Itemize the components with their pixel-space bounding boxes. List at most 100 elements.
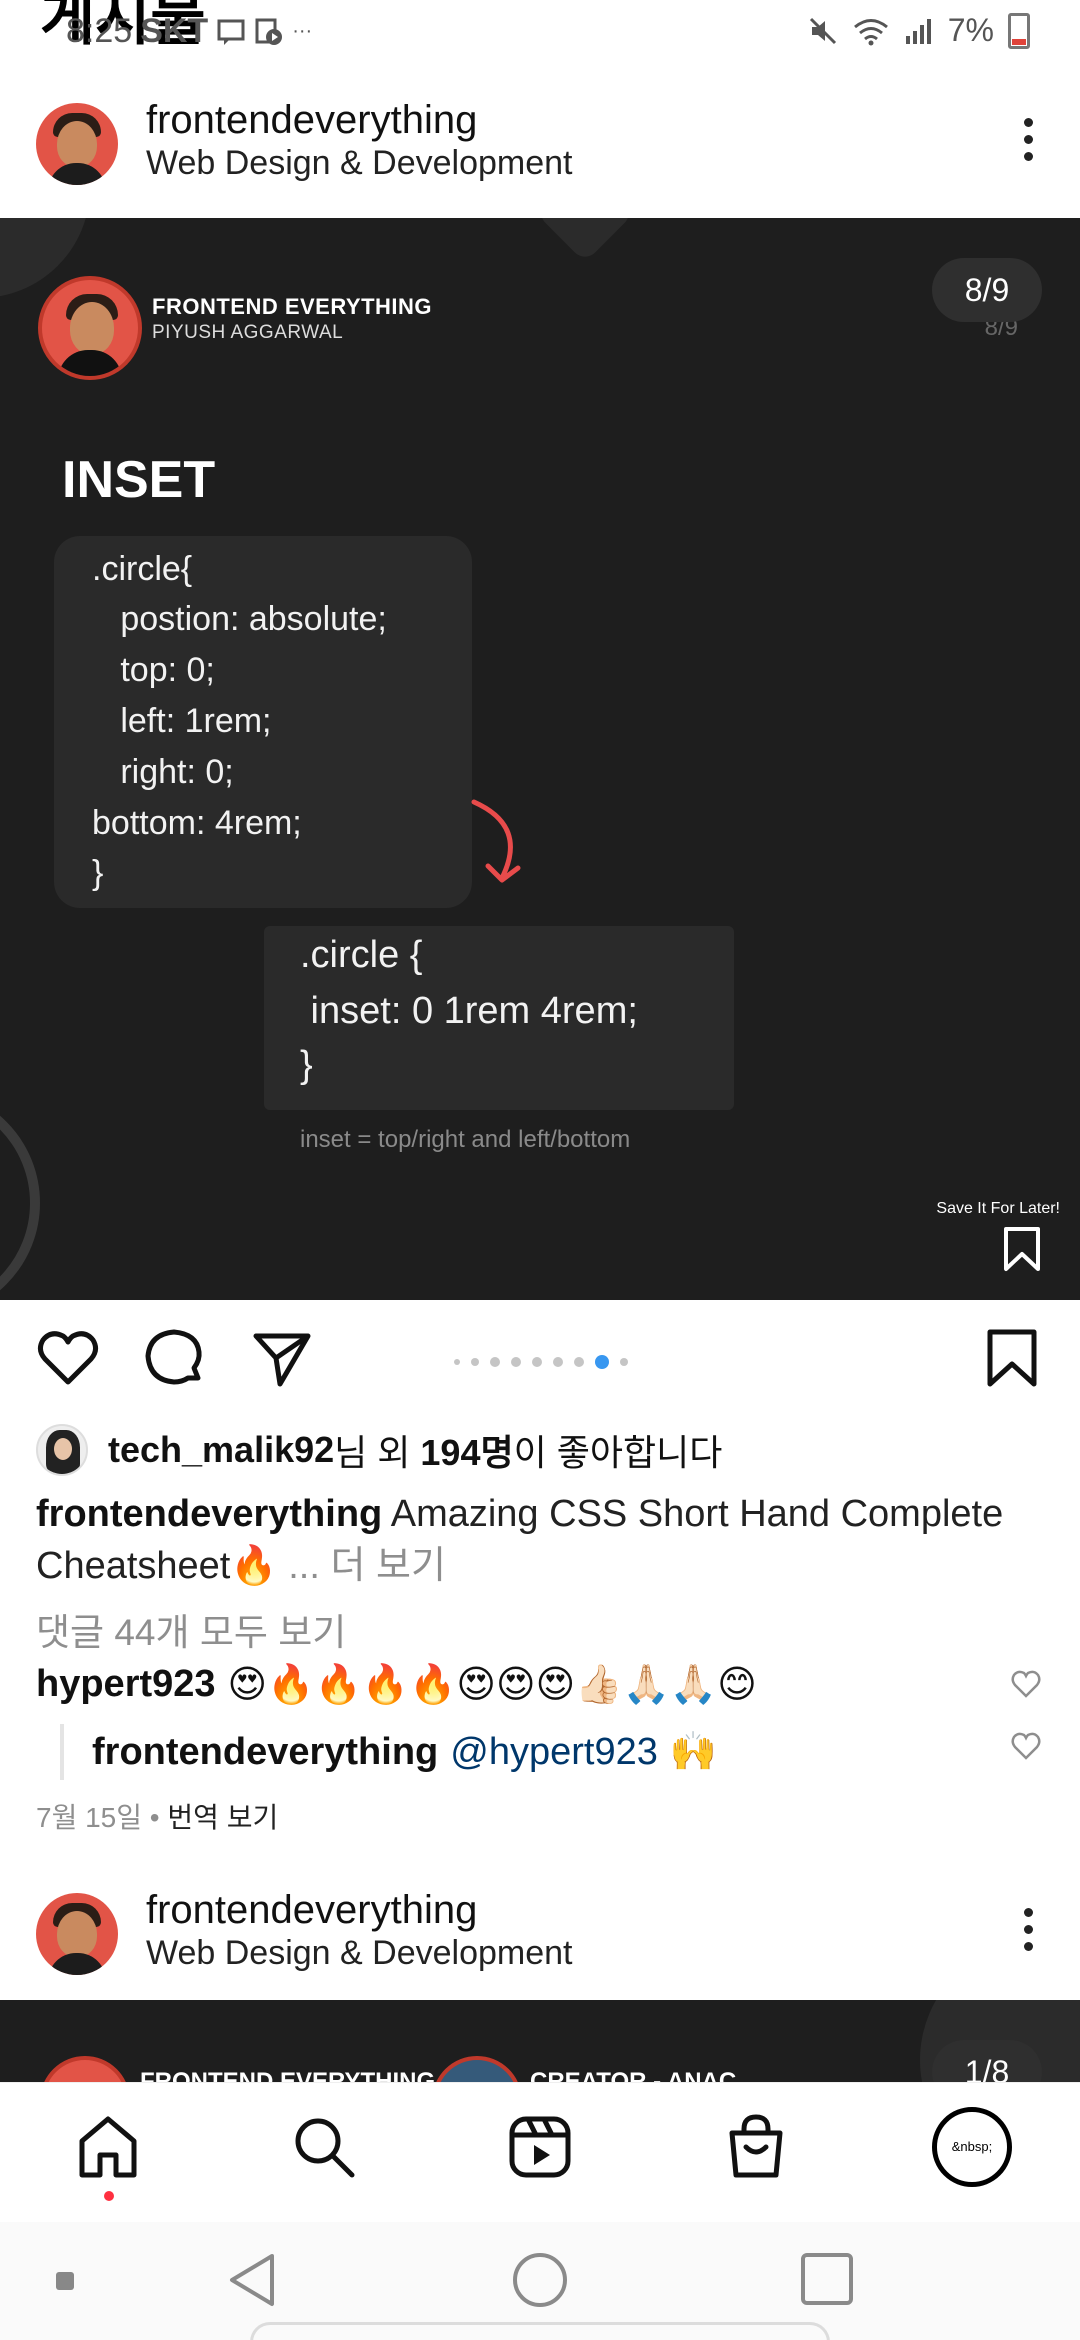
more-notifications-icon: ··· bbox=[292, 20, 313, 42]
brand-author: PIYUSH AGGARWAL bbox=[152, 322, 344, 343]
post-carousel-2[interactable]: FRONTEND EVERYTHING CREATOR - ANAC 1/8 bbox=[0, 2000, 1080, 2082]
more-options-icon[interactable] bbox=[1016, 1908, 1040, 1958]
code-line: inset: 0 1rem 4rem; bbox=[300, 990, 638, 1032]
likes-count[interactable]: 194명 bbox=[420, 1424, 513, 1476]
reply: frontendeverything @hypert923 🙌 bbox=[60, 1724, 717, 1780]
shop-bag-icon[interactable] bbox=[722, 2113, 790, 2181]
battery-percent: 7% bbox=[947, 12, 994, 48]
like-heart-icon[interactable] bbox=[36, 1326, 100, 1390]
likes-summary[interactable]: tech_malik92 님 외 194명 이 좋아합니다 bbox=[36, 1420, 722, 1480]
home-button-icon[interactable] bbox=[510, 2250, 570, 2310]
bottom-navigation: &nbsp; bbox=[0, 2082, 1080, 2222]
more-options-icon[interactable] bbox=[1016, 118, 1040, 168]
reply-text: 🙌 bbox=[669, 1731, 718, 1773]
code-line: right: 0; bbox=[92, 753, 234, 791]
reply-mention[interactable]: @hypert923 bbox=[450, 1731, 658, 1774]
pagination-dot bbox=[490, 1357, 500, 1367]
back-icon[interactable] bbox=[224, 2250, 280, 2310]
caption-username[interactable]: frontendeverything bbox=[36, 1493, 382, 1535]
code-block-longhand: .circle{ postion: absolute; top: 0; left… bbox=[54, 536, 472, 908]
pagination-dot bbox=[454, 1359, 460, 1365]
view-all-comments-link[interactable]: 댓글 44개 모두 보기 bbox=[36, 1602, 346, 1656]
meta-separator: • bbox=[142, 1802, 168, 1833]
notification-dot bbox=[104, 2191, 114, 2201]
post-subtitle: Web Design & Development bbox=[146, 1934, 573, 1972]
post-header-2: frontendeverything Web Design & Developm… bbox=[0, 1858, 1080, 2008]
pagination-dot bbox=[574, 1357, 584, 1367]
curved-arrow-icon bbox=[471, 799, 521, 883]
reels-icon[interactable] bbox=[506, 2113, 574, 2181]
reply-like-icon[interactable] bbox=[1010, 1730, 1042, 1762]
mute-icon bbox=[809, 17, 836, 44]
post-carousel[interactable]: FRONTEND EVERYTHING PIYUSH AGGARWAL 8/9 … bbox=[0, 218, 1080, 1300]
save-bookmark-icon[interactable] bbox=[984, 1326, 1040, 1390]
post-actions bbox=[0, 1300, 1080, 1420]
post-meta: 7월 15일 • 번역 보기 bbox=[36, 1796, 278, 1836]
post-caption: frontendeverything Amazing CSS Short Han… bbox=[36, 1488, 1046, 1592]
creator-avatar bbox=[432, 2056, 522, 2082]
status-left: 8:25 SKT ··· bbox=[66, 12, 312, 51]
pagination-dot-active bbox=[595, 1355, 609, 1369]
message-notification-icon bbox=[217, 19, 245, 45]
likes-text: 님 외 bbox=[334, 1432, 421, 1473]
likes-text-end: 이 좋아합니다 bbox=[513, 1432, 723, 1473]
system-navigation bbox=[0, 2222, 1080, 2340]
avatar[interactable] bbox=[36, 1893, 118, 1975]
post-header: frontendeverything Web Design & Developm… bbox=[0, 68, 1080, 218]
code-line: postion: absolute; bbox=[92, 600, 387, 638]
search-icon[interactable] bbox=[290, 2113, 358, 2181]
signal-icon bbox=[905, 18, 931, 44]
avatar[interactable] bbox=[36, 103, 118, 185]
slide-counter: 1/8 bbox=[932, 2040, 1042, 2082]
pagination-dot bbox=[532, 1357, 542, 1367]
creator-name: CREATOR - ANAC bbox=[530, 2068, 737, 2082]
code-line: top: 0; bbox=[92, 651, 215, 689]
pagination-dot bbox=[553, 1357, 563, 1367]
carousel-pagination bbox=[454, 1355, 628, 1369]
post-username[interactable]: frontendeverything bbox=[146, 98, 477, 143]
comment-bubble-icon[interactable] bbox=[142, 1326, 206, 1390]
code-line: left: 1rem; bbox=[92, 702, 272, 740]
pagination-dot bbox=[511, 1357, 521, 1367]
status-bar: 게시물 8:25 SKT ··· 7% bbox=[0, 0, 1080, 70]
comment-like-icon[interactable] bbox=[1010, 1668, 1042, 1700]
liker-avatar bbox=[36, 1424, 88, 1476]
youtube-notification-icon bbox=[255, 18, 283, 45]
reply-username[interactable]: frontendeverything bbox=[92, 1731, 438, 1774]
recents-icon[interactable] bbox=[798, 2250, 856, 2308]
post-username[interactable]: frontendeverything bbox=[146, 1888, 477, 1933]
share-send-icon[interactable] bbox=[250, 1326, 314, 1390]
profile-tab[interactable]: &nbsp; bbox=[932, 2107, 1012, 2187]
brand-avatar bbox=[40, 2056, 130, 2082]
bookmark-icon bbox=[1004, 1227, 1040, 1271]
pin-icon[interactable] bbox=[54, 2270, 76, 2292]
pagination-dot bbox=[471, 1358, 479, 1366]
liker-username[interactable]: tech_malik92 bbox=[108, 1429, 334, 1471]
home-icon[interactable] bbox=[74, 2113, 142, 2181]
clock: 8:25 bbox=[66, 12, 133, 50]
status-right: 7% bbox=[808, 12, 1030, 49]
more-link[interactable]: ... 더 보기 bbox=[288, 1545, 446, 1587]
slide-heading: INSET bbox=[62, 451, 216, 509]
code-line: } bbox=[300, 1044, 313, 1086]
comment-username[interactable]: hypert923 bbox=[36, 1663, 216, 1706]
see-translation-link[interactable]: 번역 보기 bbox=[167, 1802, 278, 1833]
pagination-dot bbox=[620, 1358, 628, 1366]
carrier: SKT bbox=[140, 12, 209, 50]
comment: hypert923 😍🔥🔥🔥🔥😍😍😍👍🏻🙏🏻🙏🏻😊 bbox=[36, 1662, 757, 1707]
slide-caption: inset = top/right and left/bottom bbox=[300, 1126, 631, 1153]
post-date: 7월 15일 bbox=[36, 1802, 143, 1833]
battery-icon bbox=[1008, 12, 1030, 49]
slide-counter: 8/9 bbox=[932, 258, 1042, 322]
gesture-handle bbox=[250, 2322, 830, 2340]
code-line: .circle { bbox=[300, 934, 423, 976]
brand-name: FRONTEND EVERYTHING bbox=[140, 2068, 436, 2082]
code-line: } bbox=[92, 854, 104, 892]
wifi-icon bbox=[853, 18, 888, 45]
brand-avatar bbox=[38, 276, 142, 380]
post-subtitle: Web Design & Development bbox=[146, 144, 573, 182]
code-line: .circle{ bbox=[92, 550, 193, 588]
code-block-shorthand: .circle { inset: 0 1rem 4rem; } bbox=[264, 926, 734, 1110]
save-later-label: Save It For Later! bbox=[936, 1200, 1060, 1217]
code-line: bottom: 4rem; bbox=[92, 804, 302, 842]
